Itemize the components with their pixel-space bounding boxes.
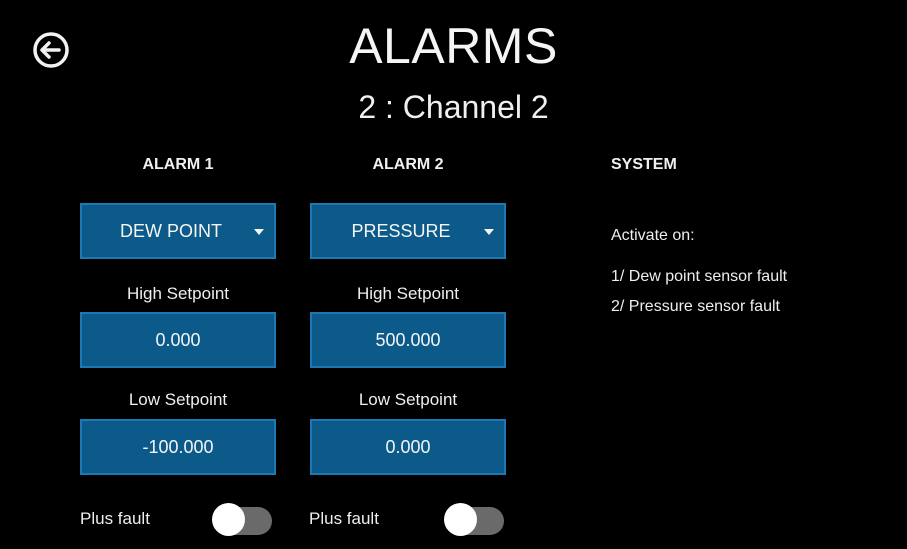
alarm1-type-value: DEW POINT xyxy=(120,220,222,241)
alarm2-low-setpoint-label: Low Setpoint xyxy=(358,390,458,409)
alarm1-plus-fault-toggle[interactable] xyxy=(212,501,272,537)
alarms-screen: ALARMS 2 : Channel 2 ALARM 1 ALARM 2 SYS… xyxy=(4,4,903,545)
alarm2-high-setpoint-field[interactable]: 500.000 xyxy=(310,312,506,368)
alarm2-type-value: PRESSURE xyxy=(351,220,451,241)
alarm1-plus-fault-label: Plus fault xyxy=(80,509,150,528)
system-header: SYSTEM xyxy=(611,156,677,173)
alarm2-low-setpoint-field[interactable]: 0.000 xyxy=(310,419,506,475)
dropdown-caret-icon xyxy=(484,229,494,235)
alarm1-type-select[interactable]: DEW POINT xyxy=(80,203,276,259)
alarm1-high-setpoint-value: 0.000 xyxy=(155,329,201,350)
alarm1-low-setpoint-value: -100.000 xyxy=(142,436,214,457)
alarm2-high-setpoint-value: 500.000 xyxy=(375,329,441,350)
toggle-knob xyxy=(444,503,477,536)
alarm1-low-setpoint-field[interactable]: -100.000 xyxy=(80,419,276,475)
alarm2-low-setpoint-value: 0.000 xyxy=(385,436,431,457)
alarm1-low-setpoint-label: Low Setpoint xyxy=(128,390,228,409)
system-item-pressure-fault: 2/ Pressure sensor fault xyxy=(611,298,780,315)
alarm2-type-select[interactable]: PRESSURE xyxy=(310,203,506,259)
system-item-dew-point-fault: 1/ Dew point sensor fault xyxy=(611,268,788,285)
toggle-knob xyxy=(212,503,245,536)
alarm1-high-setpoint-field[interactable]: 0.000 xyxy=(80,312,276,368)
alarm2-plus-fault-toggle[interactable] xyxy=(444,501,504,537)
system-activate-label: Activate on: xyxy=(611,227,695,244)
alarm1-header: ALARM 1 xyxy=(142,156,214,173)
alarm2-high-setpoint-label: High Setpoint xyxy=(356,284,460,303)
page-title: ALARMS xyxy=(349,18,558,74)
alarm2-header: ALARM 2 xyxy=(372,156,444,173)
dropdown-caret-icon xyxy=(254,229,264,235)
alarm2-plus-fault-label: Plus fault xyxy=(309,509,379,528)
page-subtitle: 2 : Channel 2 xyxy=(358,89,549,125)
alarm1-high-setpoint-label: High Setpoint xyxy=(126,284,230,303)
